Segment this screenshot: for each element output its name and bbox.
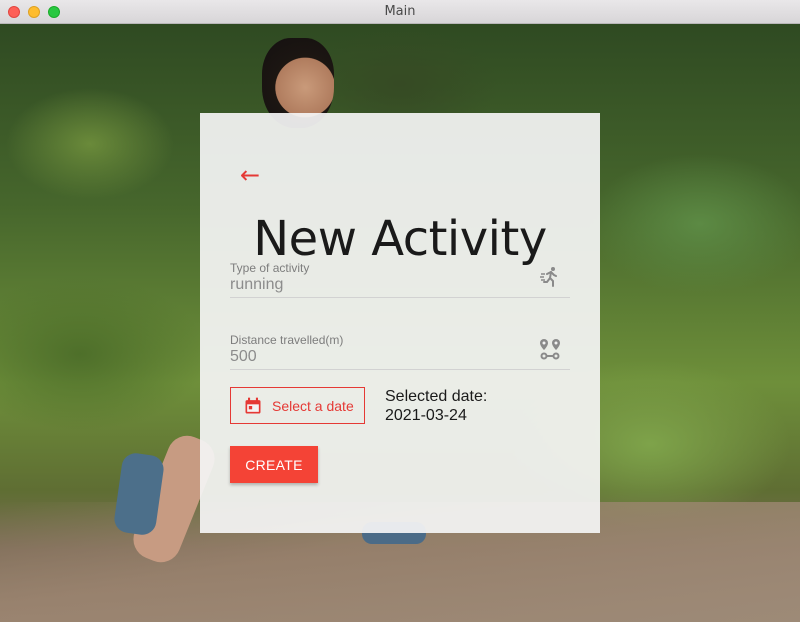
window-title: Main (384, 4, 416, 19)
activity-type-field[interactable]: Type of activity (230, 258, 570, 298)
minimize-window-button[interactable] (28, 6, 40, 18)
activity-type-label: Type of activity (230, 261, 310, 275)
distance-input[interactable] (230, 348, 530, 366)
back-button[interactable]: ← (240, 161, 268, 189)
selected-date-label: Selected date: (385, 388, 488, 405)
select-date-button[interactable]: Select a date (230, 387, 365, 424)
selected-date-value: 2021-03-24 (385, 407, 467, 424)
distance-label: Distance travelled(m) (230, 333, 344, 347)
main-content: ← New Activity Type of activity Distance… (0, 24, 800, 622)
arrow-left-icon: ← (240, 161, 261, 189)
title-bar: Main (0, 0, 800, 24)
calendar-icon (245, 397, 261, 413)
close-window-button[interactable] (8, 6, 20, 18)
route-icon (540, 339, 560, 360)
activity-type-input[interactable] (230, 276, 530, 294)
app-window: Main ← New Activity Type of activity run… (0, 0, 800, 622)
select-date-label: Select a date (272, 397, 354, 414)
new-activity-card: ← New Activity Type of activity Distance… (200, 113, 600, 533)
running-person-icon (540, 267, 557, 287)
create-button[interactable]: CREATE (230, 446, 318, 483)
maximize-window-button[interactable] (48, 6, 60, 18)
distance-field[interactable]: Distance travelled(m) (230, 330, 570, 370)
